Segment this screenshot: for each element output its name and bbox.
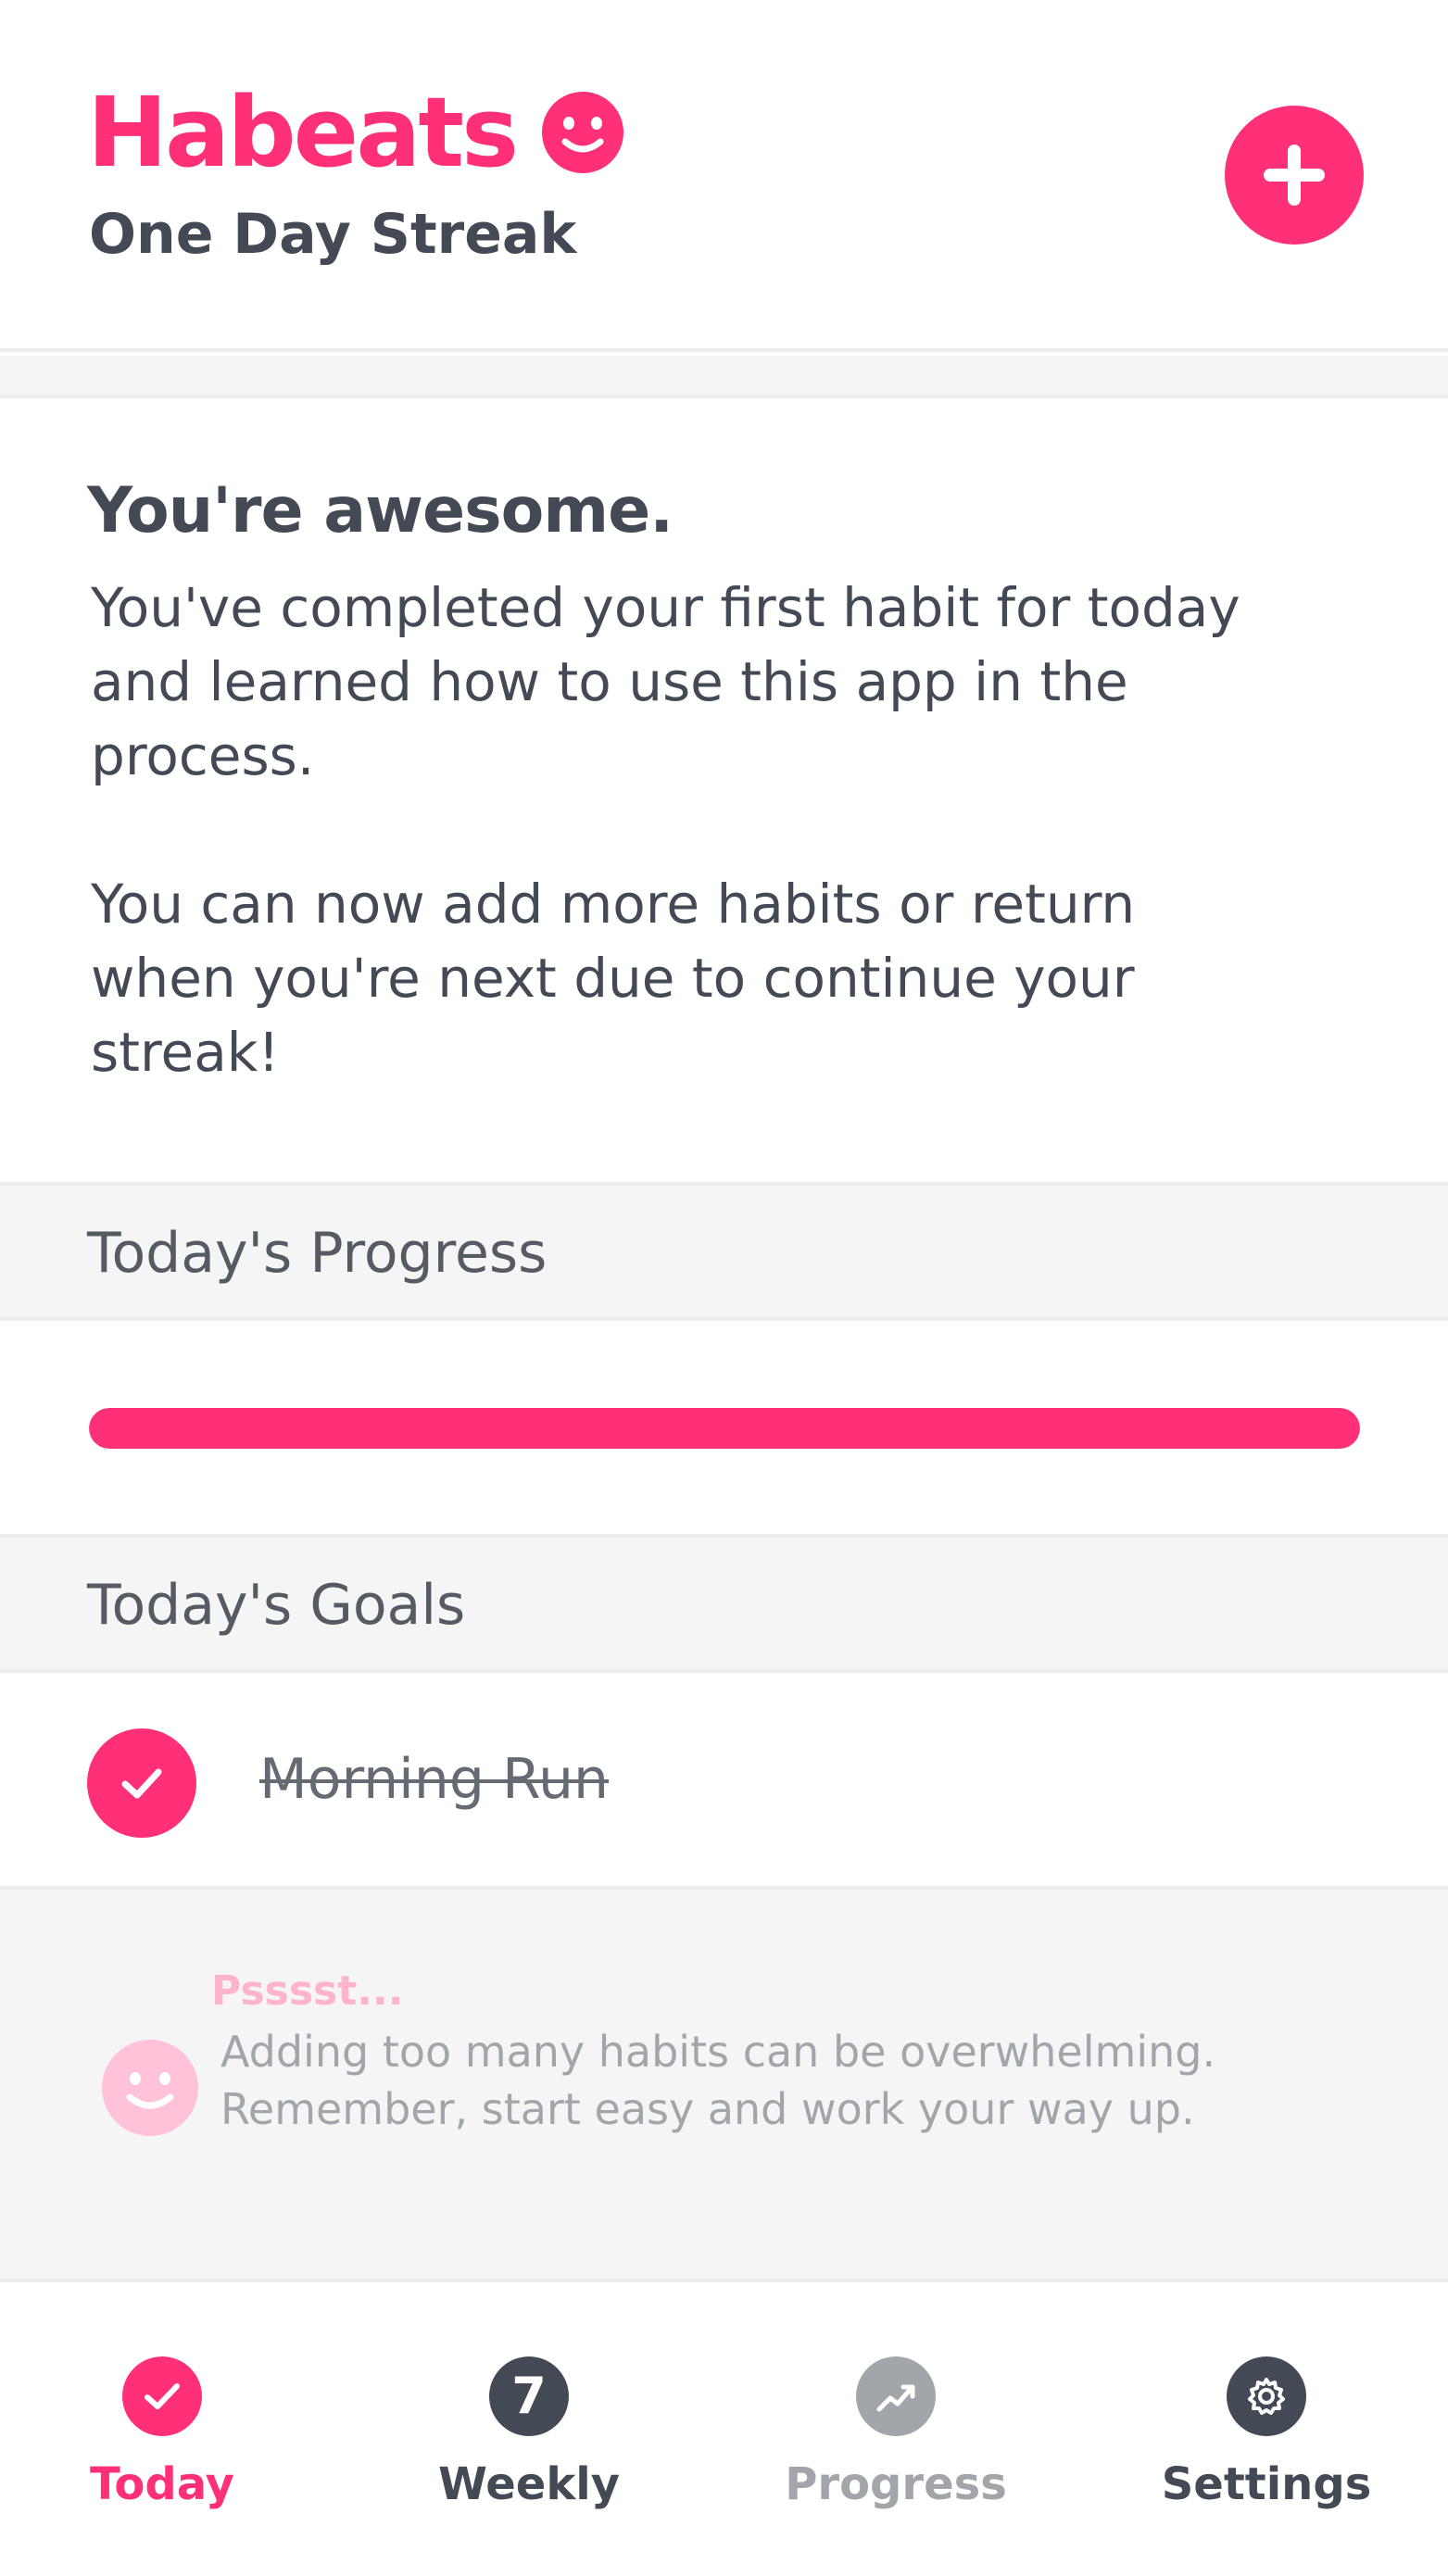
header-divider xyxy=(0,356,1448,398)
progress-bar-fill xyxy=(89,1408,1360,1449)
trend-up-icon xyxy=(856,2356,936,2436)
bottom-tab-bar: Today 7 Weekly Progress Settings xyxy=(0,2279,1448,2576)
goal-label: Morning Run xyxy=(259,1747,610,1812)
progress-bar xyxy=(89,1408,1360,1449)
cog-icon xyxy=(1248,2378,1285,2415)
app-header: Habeats One Day Streak xyxy=(0,0,1448,352)
goal-row[interactable]: Morning Run xyxy=(0,1673,1448,1890)
tab-weekly[interactable]: 7 Weekly xyxy=(348,2282,710,2576)
progress-section-header: Today's Progress xyxy=(0,1182,1448,1321)
tab-settings[interactable]: Settings xyxy=(1086,2282,1447,2576)
tab-label: Settings xyxy=(1161,2458,1372,2510)
brand: Habeats xyxy=(87,82,625,183)
tip-panel: Psssst... Adding too many habits can be … xyxy=(0,1890,1448,2279)
gear-icon xyxy=(1227,2356,1306,2436)
check-circle-icon xyxy=(122,2356,202,2436)
goal-checkbox[interactable] xyxy=(87,1728,196,1838)
progress-area xyxy=(0,1321,1448,1534)
smiley-icon xyxy=(102,2040,198,2136)
goals-section-header: Today's Goals xyxy=(0,1534,1448,1673)
tip-title: Psssst... xyxy=(211,1967,404,2015)
congrats-message: You're awesome. You've completed your fi… xyxy=(0,398,1448,1182)
progress-section-title: Today's Progress xyxy=(87,1221,548,1286)
chart-line-icon xyxy=(876,2384,915,2412)
checkmark-icon xyxy=(121,1768,162,1799)
tab-label: Progress xyxy=(785,2458,1007,2510)
add-habit-button[interactable] xyxy=(1225,106,1364,245)
tab-label: Today xyxy=(90,2458,234,2510)
tab-today[interactable]: Today xyxy=(0,2282,343,2576)
app-title: Habeats xyxy=(87,76,519,189)
message-body: You've completed your first habit for to… xyxy=(91,576,1240,1084)
message-title: You're awesome. xyxy=(87,474,674,547)
weekly-badge: 7 xyxy=(511,2367,547,2425)
goals-section-title: Today's Goals xyxy=(87,1573,466,1638)
streak-label: One Day Streak xyxy=(89,202,577,267)
plus-icon xyxy=(1264,145,1325,206)
checkmark-icon xyxy=(145,2383,180,2409)
seven-icon: 7 xyxy=(489,2356,569,2436)
tab-progress[interactable]: Progress xyxy=(715,2282,1077,2576)
tip-text: Adding too many habits can be overwhelmi… xyxy=(220,2027,1216,2134)
tab-label: Weekly xyxy=(437,2458,620,2510)
smiley-icon xyxy=(542,92,623,173)
